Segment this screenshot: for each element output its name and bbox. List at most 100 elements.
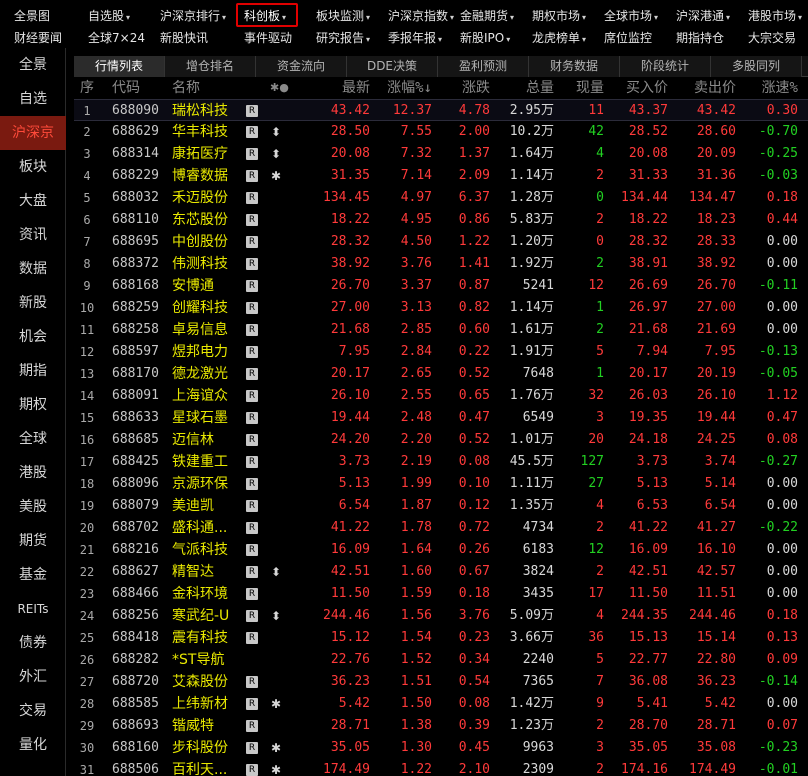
menu-item-row2-2[interactable]: 新股快讯: [160, 27, 208, 49]
table-row[interactable]: 26 688282 *ST导航 22.76 1.52 0.34 2240 5 22.77 22.8…: [74, 649, 808, 671]
table-row[interactable]: 16 688685 迈信林 R 24.20 2.20 0.52 1.01万 20 24.18 24.…: [74, 429, 808, 451]
table-row[interactable]: 2 688629 华丰科技 R ⬍ 28.50 7.55 2.00 10.2万 42 28.52 28…: [74, 121, 808, 143]
tab-6[interactable]: 阶段统计: [620, 56, 711, 77]
header-name[interactable]: 名称: [172, 78, 268, 98]
menu-item-row2-0[interactable]: 财经要闻: [14, 27, 62, 49]
sidebar-item-14[interactable]: 期货: [0, 524, 66, 558]
header-seq[interactable]: 序: [74, 78, 100, 98]
menu-item-row1-7[interactable]: 期权市场 ▾: [532, 5, 586, 27]
menu-item-row1-5[interactable]: 沪深京指数 ▾: [388, 5, 454, 27]
menu-item-row1-8[interactable]: 全球市场 ▾: [604, 5, 658, 27]
sidebar-item-8[interactable]: 机会: [0, 320, 66, 354]
table-row[interactable]: 18 688096 京源环保 R 5.13 1.99 0.10 1.11万 27 5.13 5.14…: [74, 473, 808, 495]
chevron-down-icon: ▾: [222, 13, 227, 22]
tab-1[interactable]: 增仓排名: [165, 56, 256, 77]
menu-item-row1-0[interactable]: 全景图: [14, 5, 50, 27]
table-row[interactable]: 13 688170 德龙激光 R 20.17 2.65 0.52 7648 1 20.17 20.1…: [74, 363, 808, 385]
table-row[interactable]: 11 688258 卓易信息 R 21.68 2.85 0.60 1.61万 2 21.68 21.…: [74, 319, 808, 341]
table-row[interactable]: 23 688466 金科环境 R 11.50 1.59 0.18 3435 17 11.50 11.…: [74, 583, 808, 605]
table-row[interactable]: 6 688110 东芯股份 R 18.22 4.95 0.86 5.83万 2 18.22 18.2…: [74, 209, 808, 231]
table-row[interactable]: 5 688032 禾迈股份 R 134.45 4.97 6.37 1.28万 0 134.44 13…: [74, 187, 808, 209]
table-row[interactable]: 22 688627 精智达 R ⬍ 42.51 1.60 0.67 3824 2 42.51 42.5…: [74, 561, 808, 583]
header-volume[interactable]: 总量: [490, 78, 554, 98]
table-row[interactable]: 19 688079 美迪凯 R 6.54 1.87 0.12 1.35万 4 6.53 6.54 0.…: [74, 495, 808, 517]
header-flags[interactable]: ✱●: [270, 78, 296, 98]
sidebar-item-18[interactable]: 外汇: [0, 660, 66, 694]
sidebar-item-16[interactable]: REITs: [0, 592, 66, 626]
sidebar-item-4[interactable]: 大盘: [0, 184, 66, 218]
sidebar-item-7[interactable]: 新股: [0, 286, 66, 320]
sidebar-item-13[interactable]: 美股: [0, 490, 66, 524]
table-row[interactable]: 31 688506 百利天... R ✱ 174.49 1.22 2.10 2309 2 174.1…: [74, 759, 808, 776]
sidebar-item-9[interactable]: 期指: [0, 354, 66, 388]
menu-item-row2-8[interactable]: 席位监控: [604, 27, 652, 49]
tab-7[interactable]: 多股同列: [711, 56, 802, 77]
tab-0[interactable]: 行情列表: [74, 56, 165, 77]
tab-2[interactable]: 资金流向: [256, 56, 347, 77]
bid-price: 16.09: [628, 542, 668, 557]
sidebar-item-20[interactable]: 量化: [0, 728, 66, 762]
change-percent: 1.60: [400, 564, 432, 579]
menu-item-row2-10[interactable]: 大宗交易: [748, 27, 796, 49]
table-row[interactable]: 15 688633 星球石墨 R 19.44 2.48 0.47 6549 3 19.35 19.4…: [74, 407, 808, 429]
table-row[interactable]: 21 688216 气派科技 R 16.09 1.64 0.26 6183 12 16.09 16.…: [74, 539, 808, 561]
menu-item-row1-10[interactable]: 港股市场 ▾: [748, 5, 802, 27]
table-row[interactable]: 30 688160 步科股份 R ✱ 35.05 1.30 0.45 9963 3 35.05 35.…: [74, 737, 808, 759]
menu-item-row2-6[interactable]: 新股IPO ▾: [460, 27, 510, 49]
sidebar-item-17[interactable]: 债券: [0, 626, 66, 660]
menu-item-row1-9[interactable]: 沪深港通 ▾: [676, 5, 730, 27]
sidebar-item-11[interactable]: 全球: [0, 422, 66, 456]
table-row[interactable]: 7 688695 中创股份 R 28.32 4.50 1.22 1.20万 0 28.32 28.3…: [74, 231, 808, 253]
sidebar-item-1[interactable]: 自选: [0, 82, 66, 116]
table-row[interactable]: 25 688418 震有科技 R 15.12 1.54 0.23 3.66万 36 15.13 15…: [74, 627, 808, 649]
table-row[interactable]: 27 688720 艾森股份 R 36.23 1.51 0.54 7365 7 36.08 36.2…: [74, 671, 808, 693]
header-speed[interactable]: 涨速%: [736, 78, 798, 98]
table-row[interactable]: 8 688372 伟测科技 R 38.92 3.76 1.41 1.92万 2 38.91 38.9…: [74, 253, 808, 275]
menu-item-row2-7[interactable]: 龙虎榜单 ▾: [532, 27, 586, 49]
menu-item-row1-3[interactable]: 科创板 ▾: [244, 5, 286, 27]
sidebar-item-10[interactable]: 期权: [0, 388, 66, 422]
menu-item-row2-4[interactable]: 研究报告 ▾: [316, 27, 370, 49]
header-change[interactable]: 涨跌: [432, 78, 490, 98]
table-row[interactable]: 3 688314 康拓医疗 R ⬍ 20.08 7.32 1.37 1.64万 4 20.08 20.…: [74, 143, 808, 165]
header-bid[interactable]: 买入价: [604, 78, 668, 98]
table-row[interactable]: 28 688585 上纬新材 R ✱ 5.42 1.50 0.08 1.42万 9 5.41 5.42…: [74, 693, 808, 715]
table-row[interactable]: 14 688091 上海谊众 R 26.10 2.55 0.65 1.76万 32 26.03 26…: [74, 385, 808, 407]
menu-item-row2-1[interactable]: 全球7×24: [88, 27, 145, 49]
table-row[interactable]: 9 688168 安博通 R 26.70 3.37 0.87 5241 12 26.69 26.70…: [74, 275, 808, 297]
header-current-volume[interactable]: 现量: [554, 78, 604, 98]
header-latest[interactable]: 最新: [298, 78, 370, 98]
sidebar-item-12[interactable]: 港股: [0, 456, 66, 490]
table-row[interactable]: 17 688425 铁建重工 R 3.73 2.19 0.08 45.5万 127 3.73 3.7…: [74, 451, 808, 473]
margin-trading-badge-icon: R: [246, 346, 258, 358]
table-row[interactable]: 12 688597 煜邦电力 R 7.95 2.84 0.22 1.91万 5 7.94 7.95-…: [74, 341, 808, 363]
table-row[interactable]: 29 688693 锴威特 R 28.71 1.38 0.39 1.23万 2 28.70 28.7…: [74, 715, 808, 737]
sidebar-item-0[interactable]: 全景: [0, 48, 66, 82]
menu-item-row1-4[interactable]: 板块监测 ▾: [316, 5, 370, 27]
table-row[interactable]: 10 688259 创耀科技 R 27.00 3.13 0.82 1.14万 1 26.97 27.…: [74, 297, 808, 319]
sidebar-item-3[interactable]: 板块: [0, 150, 66, 184]
current-volume: 12: [588, 542, 604, 557]
table-row[interactable]: 1 688090 瑞松科技 R 43.42 12.37 4.78 2.95万 11 43.37 43…: [74, 99, 808, 121]
total-volume: 3.66万: [509, 630, 554, 645]
menu-item-row2-9[interactable]: 期指持仓: [676, 27, 724, 49]
menu-item-row2-5[interactable]: 季报年报 ▾: [388, 27, 442, 49]
sidebar-item-19[interactable]: 交易: [0, 694, 66, 728]
ask-price: 244.46: [689, 608, 736, 623]
header-change-percent[interactable]: 涨幅%↓: [370, 78, 432, 98]
sidebar-item-6[interactable]: 数据: [0, 252, 66, 286]
menu-item-row2-3[interactable]: 事件驱动: [244, 27, 292, 49]
header-ask[interactable]: 卖出价: [668, 78, 736, 98]
table-row[interactable]: 20 688702 盛科通... R 41.22 1.78 0.72 4734 2 41.22 41…: [74, 517, 808, 539]
sidebar-item-15[interactable]: 基金: [0, 558, 66, 592]
menu-item-row1-2[interactable]: 沪深京排行 ▾: [160, 5, 226, 27]
sidebar-item-5[interactable]: 资讯: [0, 218, 66, 252]
tab-5[interactable]: 财务数据: [529, 56, 620, 77]
menu-item-row1-6[interactable]: 金融期货 ▾: [460, 5, 514, 27]
menu-item-row1-1[interactable]: 自选股 ▾: [88, 5, 130, 27]
table-row[interactable]: 24 688256 寒武纪-U R ⬍ 244.46 1.56 3.76 5.09万 4 244.3…: [74, 605, 808, 627]
table-row[interactable]: 4 688229 博睿数据 R ✱ 31.35 7.14 2.09 1.14万 2 31.33 31.…: [74, 165, 808, 187]
tab-4[interactable]: 盈利预测: [438, 56, 529, 77]
sidebar-item-2[interactable]: 沪深京: [0, 116, 66, 150]
tab-3[interactable]: DDE决策: [347, 56, 438, 77]
